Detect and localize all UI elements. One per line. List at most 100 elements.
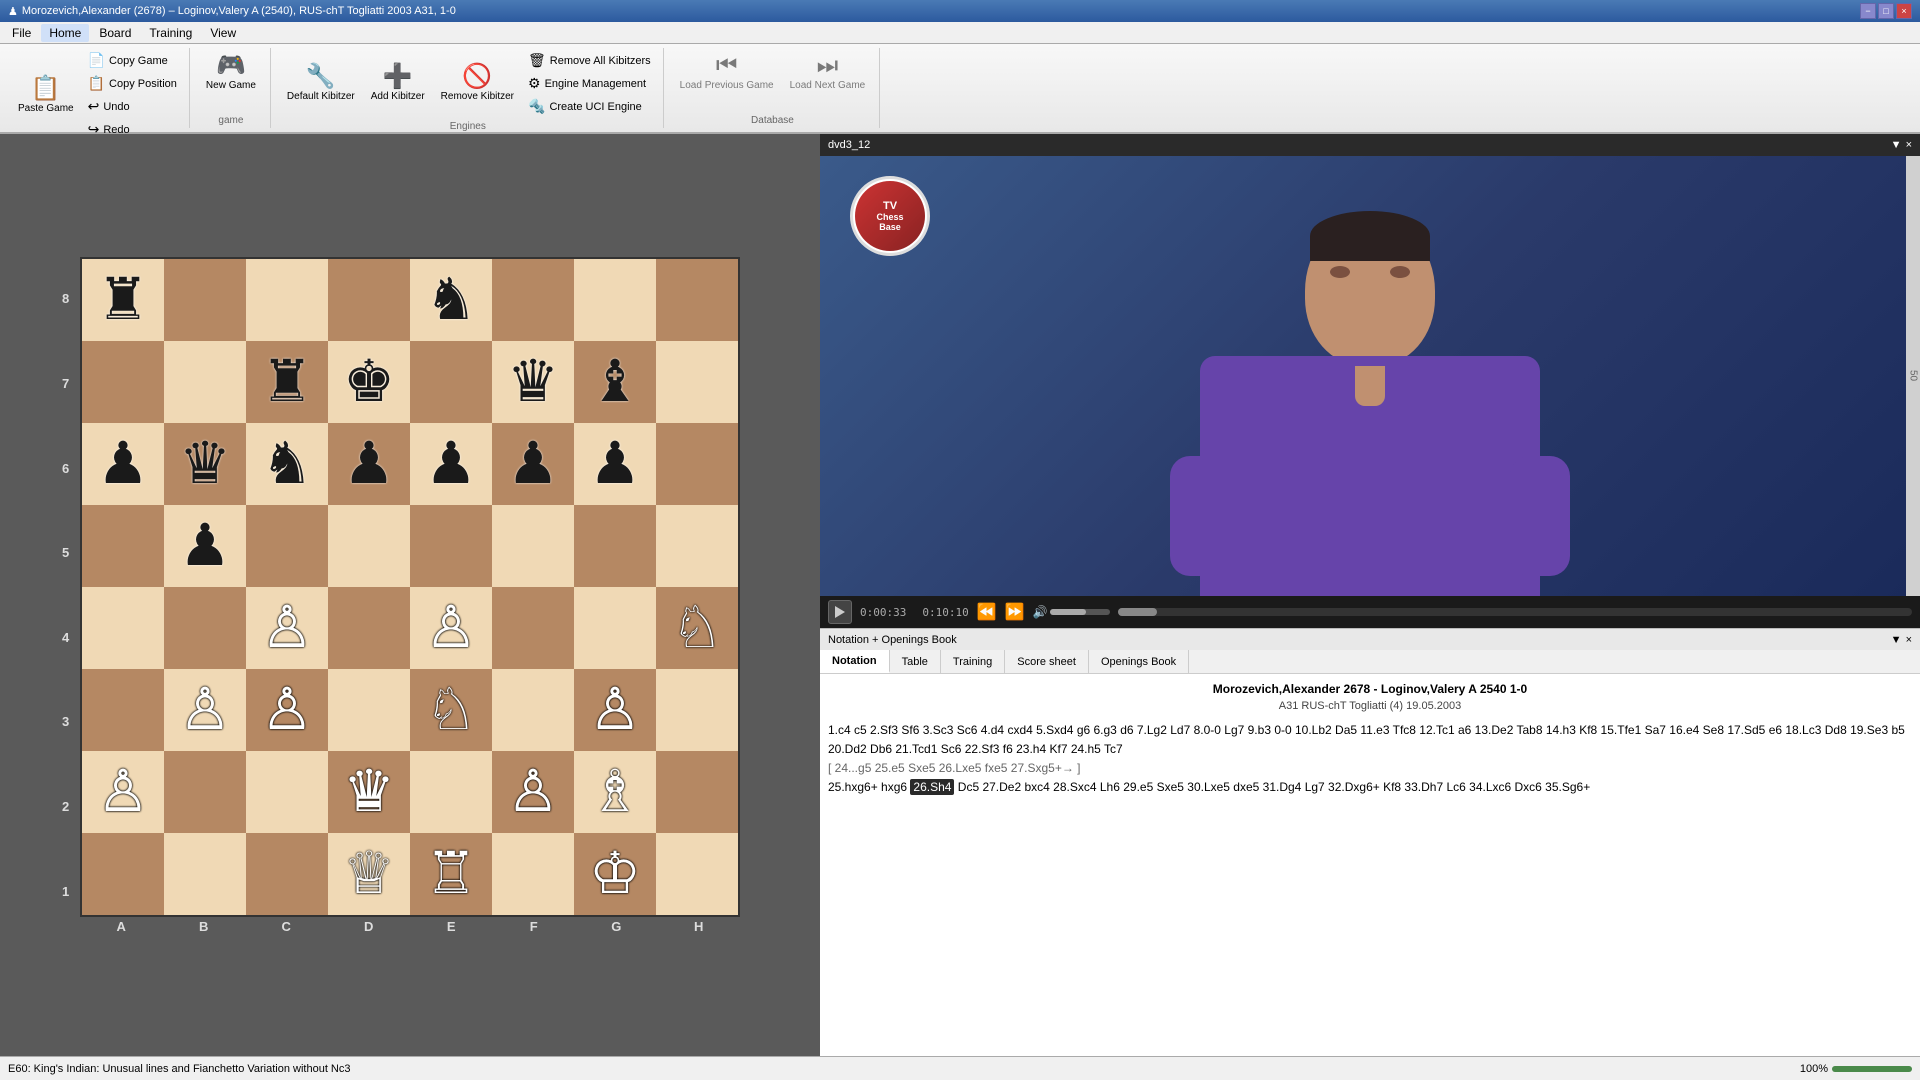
minimize-button[interactable]: − bbox=[1860, 3, 1876, 19]
square-b3[interactable]: ♙ bbox=[164, 669, 246, 751]
menu-file[interactable]: File bbox=[4, 24, 39, 42]
video-dropdown-icon[interactable]: ▼ bbox=[1891, 139, 1902, 151]
square-h2[interactable] bbox=[656, 751, 738, 833]
fast-forward-button[interactable]: ⏩ bbox=[1005, 602, 1025, 622]
tab-notation[interactable]: Notation bbox=[820, 650, 890, 673]
square-f2[interactable]: ♙ bbox=[492, 751, 574, 833]
square-d6[interactable]: ♟ bbox=[328, 423, 410, 505]
square-h7[interactable] bbox=[656, 341, 738, 423]
square-g3[interactable]: ♙ bbox=[574, 669, 656, 751]
square-d7[interactable]: ♚ bbox=[328, 341, 410, 423]
square-f8[interactable] bbox=[492, 259, 574, 341]
add-kibitzer-button[interactable]: ➕ Add Kibitzer bbox=[365, 61, 431, 106]
square-b8[interactable] bbox=[164, 259, 246, 341]
square-c2[interactable] bbox=[246, 751, 328, 833]
square-e8[interactable]: ♞ bbox=[410, 259, 492, 341]
menu-home[interactable]: Home bbox=[41, 24, 89, 42]
square-g1[interactable]: ♔ bbox=[574, 833, 656, 915]
notation-dropdown-icon[interactable]: ▼ bbox=[1891, 634, 1902, 646]
square-d4[interactable] bbox=[328, 587, 410, 669]
square-f5[interactable] bbox=[492, 505, 574, 587]
square-h4[interactable]: ♘ bbox=[656, 587, 738, 669]
square-h5[interactable] bbox=[656, 505, 738, 587]
copy-game-button[interactable]: 📄 Copy Game bbox=[84, 50, 181, 71]
copy-position-button[interactable]: 📋 Copy Position bbox=[84, 73, 181, 94]
tab-openings-book[interactable]: Openings Book bbox=[1089, 650, 1189, 673]
square-c1[interactable] bbox=[246, 833, 328, 915]
paste-game-button[interactable]: 📋 Paste Game bbox=[12, 73, 80, 118]
square-d8[interactable] bbox=[328, 259, 410, 341]
square-c8[interactable] bbox=[246, 259, 328, 341]
remove-kibitzer-button[interactable]: 🚫 Remove Kibitzer bbox=[435, 61, 520, 106]
square-d2[interactable]: ♛ bbox=[328, 751, 410, 833]
square-e5[interactable] bbox=[410, 505, 492, 587]
close-button[interactable]: × bbox=[1896, 3, 1912, 19]
square-f4[interactable] bbox=[492, 587, 574, 669]
create-uci-button[interactable]: 🔩 Create UCI Engine bbox=[524, 96, 655, 117]
square-b1[interactable] bbox=[164, 833, 246, 915]
progress-bar[interactable] bbox=[1118, 608, 1912, 616]
square-a7[interactable] bbox=[82, 341, 164, 423]
new-game-button[interactable]: 🎮 New Game bbox=[200, 50, 262, 95]
square-a1[interactable] bbox=[82, 833, 164, 915]
square-e2[interactable] bbox=[410, 751, 492, 833]
square-a6[interactable]: ♟ bbox=[82, 423, 164, 505]
square-f3[interactable] bbox=[492, 669, 574, 751]
notation-close-icon[interactable]: × bbox=[1906, 634, 1912, 646]
video-close-icon[interactable]: × bbox=[1906, 139, 1912, 151]
square-e6[interactable]: ♟ bbox=[410, 423, 492, 505]
tab-score-sheet[interactable]: Score sheet bbox=[1005, 650, 1089, 673]
square-b4[interactable] bbox=[164, 587, 246, 669]
square-b6[interactable]: ♛ bbox=[164, 423, 246, 505]
square-c4[interactable]: ♙ bbox=[246, 587, 328, 669]
square-g4[interactable] bbox=[574, 587, 656, 669]
square-d5[interactable] bbox=[328, 505, 410, 587]
load-next-button[interactable]: ⏭ Load Next Game bbox=[784, 50, 872, 95]
square-b5[interactable]: ♟ bbox=[164, 505, 246, 587]
square-e7[interactable] bbox=[410, 341, 492, 423]
square-h6[interactable] bbox=[656, 423, 738, 505]
menu-view[interactable]: View bbox=[202, 24, 244, 42]
square-a3[interactable] bbox=[82, 669, 164, 751]
square-h3[interactable] bbox=[656, 669, 738, 751]
square-h8[interactable] bbox=[656, 259, 738, 341]
square-h1[interactable] bbox=[656, 833, 738, 915]
square-c3[interactable]: ♙ bbox=[246, 669, 328, 751]
square-e3[interactable]: ♘ bbox=[410, 669, 492, 751]
square-c7[interactable]: ♜ bbox=[246, 341, 328, 423]
square-c5[interactable] bbox=[246, 505, 328, 587]
play-button[interactable] bbox=[828, 600, 852, 624]
square-e1[interactable]: ♖ bbox=[410, 833, 492, 915]
square-a8[interactable]: ♜ bbox=[82, 259, 164, 341]
rewind-button[interactable]: ⏪ bbox=[977, 602, 997, 622]
square-g5[interactable] bbox=[574, 505, 656, 587]
zoom-bar[interactable] bbox=[1832, 1066, 1912, 1072]
square-f6[interactable]: ♟ bbox=[492, 423, 574, 505]
square-f7[interactable]: ♛ bbox=[492, 341, 574, 423]
maximize-button[interactable]: □ bbox=[1878, 3, 1894, 19]
tab-training[interactable]: Training bbox=[941, 650, 1005, 673]
square-g2[interactable]: ♗ bbox=[574, 751, 656, 833]
square-d1[interactable]: ♕ bbox=[328, 833, 410, 915]
square-g8[interactable] bbox=[574, 259, 656, 341]
square-a4[interactable] bbox=[82, 587, 164, 669]
square-e4[interactable]: ♙ bbox=[410, 587, 492, 669]
square-a2[interactable]: ♙ bbox=[82, 751, 164, 833]
remove-all-kibitzers-button[interactable]: 🗑 Remove All Kibitzers bbox=[524, 50, 655, 71]
notation-area[interactable]: Morozevich,Alexander 2678 - Loginov,Vale… bbox=[820, 674, 1920, 1056]
square-g7[interactable]: ♝ bbox=[574, 341, 656, 423]
square-g6[interactable]: ♟ bbox=[574, 423, 656, 505]
menu-training[interactable]: Training bbox=[141, 24, 200, 42]
load-prev-button[interactable]: ⏮ Load Previous Game bbox=[674, 50, 780, 95]
undo-button[interactable]: ↩ Undo bbox=[84, 96, 181, 117]
square-c6[interactable]: ♞ bbox=[246, 423, 328, 505]
square-a5[interactable] bbox=[82, 505, 164, 587]
default-kibitzer-button[interactable]: 🔧 Default Kibitzer bbox=[281, 61, 361, 106]
square-f1[interactable] bbox=[492, 833, 574, 915]
tab-table[interactable]: Table bbox=[890, 650, 941, 673]
volume-slider[interactable] bbox=[1050, 609, 1110, 615]
engine-management-button[interactable]: ⚙ Engine Management bbox=[524, 73, 655, 94]
menu-board[interactable]: Board bbox=[91, 24, 139, 42]
square-b7[interactable] bbox=[164, 341, 246, 423]
square-d3[interactable] bbox=[328, 669, 410, 751]
